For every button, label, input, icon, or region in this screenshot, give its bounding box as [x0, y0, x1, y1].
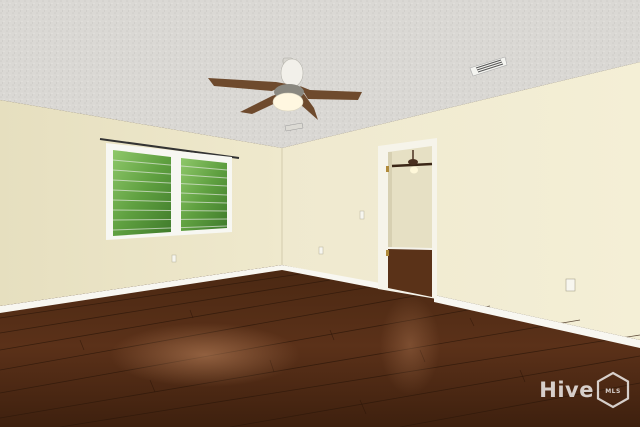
room-photo: Hive MLS [0, 0, 640, 427]
door-hinge [386, 250, 389, 256]
light-switch [359, 210, 365, 220]
doorway [378, 138, 437, 299]
window [99, 138, 240, 240]
door-hinge [386, 166, 389, 172]
hexagon-logo-icon: MLS [596, 371, 630, 409]
room-illustration [0, 0, 640, 427]
watermark-badge-text: MLS [605, 388, 621, 395]
outlet [565, 278, 576, 292]
floor-glare-door [380, 295, 440, 395]
watermark-brand-text: Hive [539, 378, 594, 402]
floor-glare [110, 323, 300, 387]
outlet [171, 254, 177, 263]
outlet [318, 246, 324, 255]
hive-mls-watermark: Hive MLS [539, 371, 630, 409]
window-mullion [171, 155, 181, 233]
